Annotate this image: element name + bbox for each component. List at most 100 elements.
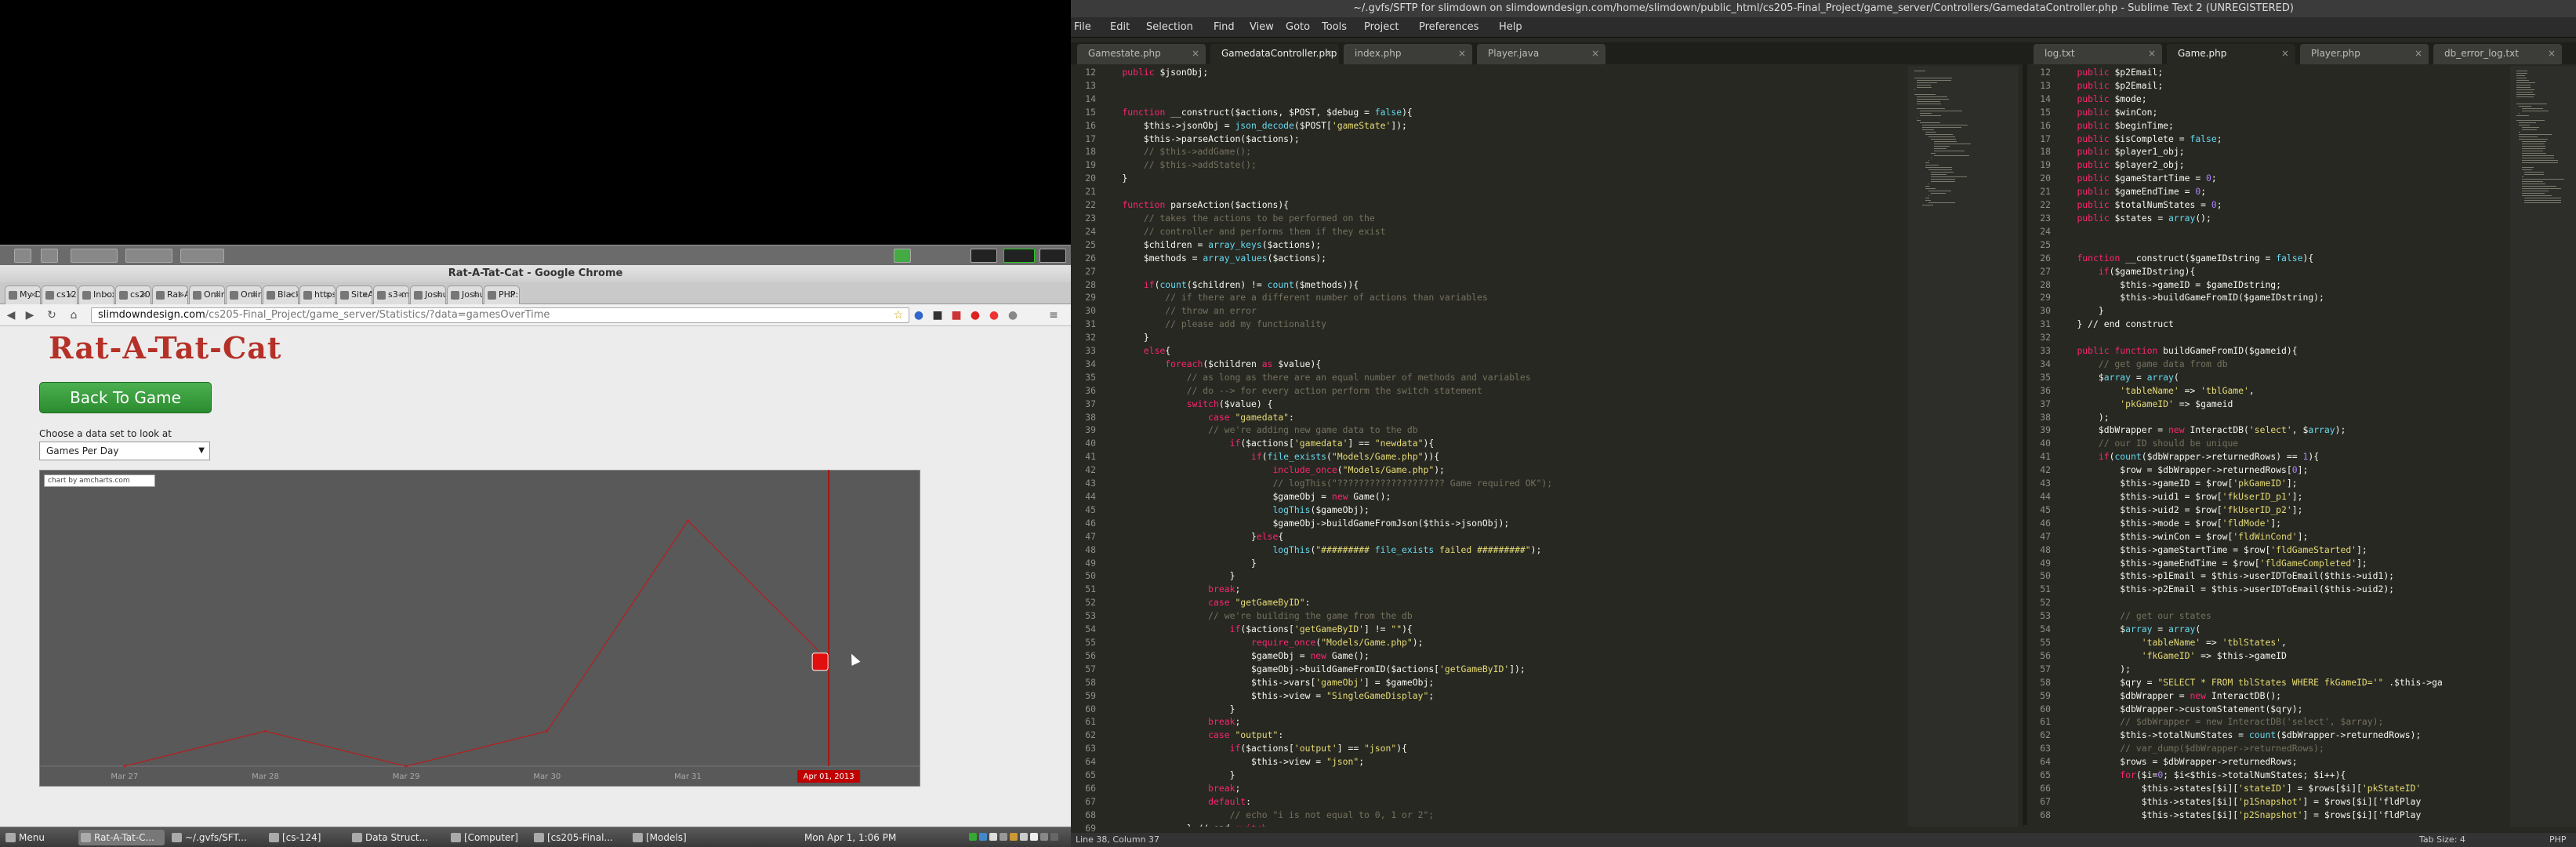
close-icon[interactable]: × [509, 286, 516, 304]
menu-project[interactable]: Project [1364, 21, 1399, 33]
panel-tray-icon[interactable] [894, 249, 911, 263]
menu-view[interactable]: View [1250, 21, 1274, 33]
extension-icon[interactable]: ● [911, 308, 927, 322]
tray-icon[interactable] [969, 833, 977, 841]
tray-icon[interactable] [1000, 833, 1007, 841]
editor-tab[interactable]: db_error_log.txt × [2433, 44, 2562, 64]
browser-tab[interactable]: My Dri× [5, 285, 41, 304]
extension-icon[interactable]: ● [967, 308, 983, 322]
close-icon[interactable]: × [472, 286, 479, 304]
editor-tab[interactable]: Player.java × [1477, 44, 1605, 64]
tray-icon[interactable] [1010, 833, 1018, 841]
browser-tab[interactable]: Joshua× [410, 285, 446, 304]
editor-tab[interactable]: GamedataController.php × [1210, 44, 1339, 64]
code-view-right[interactable]: public $p2Email; public $p2Email; public… [2055, 66, 2510, 827]
code-view-left[interactable]: public $jsonObj; function __construct($a… [1101, 66, 1908, 827]
browser-tab[interactable]: Joshua× [447, 285, 483, 304]
tray-icon[interactable] [1030, 833, 1038, 841]
close-icon[interactable]: × [1591, 44, 1599, 63]
panel-workspace[interactable] [71, 249, 118, 263]
browser-tab[interactable]: PHP: fil× [484, 285, 520, 304]
close-icon[interactable]: × [140, 286, 147, 304]
close-icon[interactable]: × [1192, 44, 1199, 63]
tray-icon[interactable] [1050, 833, 1058, 841]
browser-tab[interactable]: Online× [226, 285, 262, 304]
close-icon[interactable]: × [30, 286, 37, 304]
taskbar-window-item[interactable]: Rat-A-Tat-C... [78, 830, 165, 845]
browser-tab[interactable]: https:× [299, 285, 336, 304]
taskbar-window-item[interactable]: Data Struct... [350, 830, 444, 845]
taskbar-window-item[interactable]: [cs-124] [267, 830, 345, 845]
tab-size[interactable]: Tab Size: 4 [2419, 833, 2465, 847]
close-icon[interactable]: × [398, 286, 405, 304]
forward-icon[interactable]: ▶ [22, 308, 38, 322]
browser-tab[interactable]: s3-myc× [373, 285, 409, 304]
editor-tab[interactable]: Game.php × [2167, 44, 2295, 64]
minimap-left[interactable] [1908, 66, 2018, 827]
tray-icon[interactable] [1020, 833, 1028, 841]
panel-app-icon[interactable] [41, 249, 58, 263]
syntax-mode[interactable]: PHP [2549, 833, 2567, 847]
editor-tab[interactable]: Gamestate.php × [1077, 44, 1206, 64]
home-icon[interactable]: ⌂ [66, 308, 82, 322]
menu-find[interactable]: Find [1214, 21, 1235, 33]
browser-tab[interactable]: Rat-A-× [152, 285, 188, 304]
menu-preferences[interactable]: Preferences [1419, 21, 1478, 33]
close-icon[interactable]: × [2548, 44, 2556, 63]
extension-icon[interactable]: ● [1005, 308, 1021, 322]
panel-app-icon[interactable] [14, 249, 31, 263]
taskbar-window-item[interactable]: ~/.gvfs/SFT... [169, 830, 262, 845]
close-icon[interactable]: × [2415, 44, 2422, 63]
close-icon[interactable]: × [103, 286, 111, 304]
close-icon[interactable]: × [1458, 44, 1466, 63]
menu-edit[interactable]: Edit [1110, 21, 1130, 33]
reload-icon[interactable]: ↻ [44, 308, 60, 322]
browser-tab[interactable]: cs124× [42, 285, 78, 304]
close-icon[interactable]: × [251, 286, 258, 304]
extension-icon[interactable]: ■ [930, 308, 945, 322]
close-icon[interactable]: × [2148, 44, 2156, 63]
panel-workspace[interactable] [180, 249, 224, 263]
menu-tools[interactable]: Tools [1322, 21, 1347, 33]
dataset-select[interactable]: Games Per Day ▼ [39, 442, 210, 460]
close-icon[interactable]: × [67, 286, 74, 304]
tray-icon[interactable] [979, 833, 987, 841]
browser-tab[interactable]: cs205× [115, 285, 151, 304]
close-icon[interactable]: × [288, 286, 295, 304]
tray-icon[interactable] [1040, 833, 1048, 841]
bookmark-star-icon[interactable]: ☆ [891, 308, 906, 322]
close-icon[interactable]: × [361, 286, 368, 304]
panel-workspace[interactable] [125, 249, 172, 263]
menu-goto[interactable]: Goto [1286, 21, 1310, 33]
close-icon[interactable]: × [1325, 44, 1333, 63]
taskbar-window-item[interactable]: [Models] [630, 830, 701, 845]
browser-tab[interactable]: Inbox (× [78, 285, 114, 304]
clock[interactable]: Mon Apr 1, 1:06 PM [800, 830, 917, 845]
editor-tab[interactable]: index.php × [1344, 44, 1472, 64]
menu-selection[interactable]: Selection [1146, 21, 1193, 33]
browser-tab[interactable]: SiteAd× [336, 285, 372, 304]
menu-file[interactable]: File [1074, 21, 1091, 33]
back-to-game-button[interactable]: Back To Game [39, 382, 212, 413]
editor-tab[interactable]: Player.php × [2300, 44, 2429, 64]
extension-icon[interactable]: ■ [949, 308, 964, 322]
extension-icon[interactable]: ● [986, 308, 1002, 322]
start-menu-button[interactable]: Menu [3, 830, 58, 845]
address-bar[interactable]: slimdowndesign.com/cs205-Final_Project/g… [91, 307, 909, 323]
tray-icon[interactable] [989, 833, 997, 841]
close-icon[interactable]: × [214, 286, 221, 304]
editor-tab[interactable]: log.txt × [2034, 44, 2162, 64]
close-icon[interactable]: × [2281, 44, 2289, 63]
taskbar-window-item[interactable]: [cs205-Final... [532, 830, 626, 845]
close-icon[interactable]: × [177, 286, 184, 304]
close-icon[interactable]: × [325, 286, 332, 304]
minimap-right[interactable] [2510, 66, 2576, 827]
back-icon[interactable]: ◀ [3, 308, 19, 322]
taskbar-window-item[interactable]: [Computer] [448, 830, 527, 845]
menu-help[interactable]: Help [1499, 21, 1522, 33]
menu-icon[interactable]: ≡ [1046, 308, 1061, 322]
browser-tab[interactable]: Online× [189, 285, 225, 304]
chart-credit[interactable]: chart by amcharts.com [44, 474, 155, 487]
close-icon[interactable]: × [435, 286, 442, 304]
browser-tab[interactable]: Blackb× [263, 285, 299, 304]
